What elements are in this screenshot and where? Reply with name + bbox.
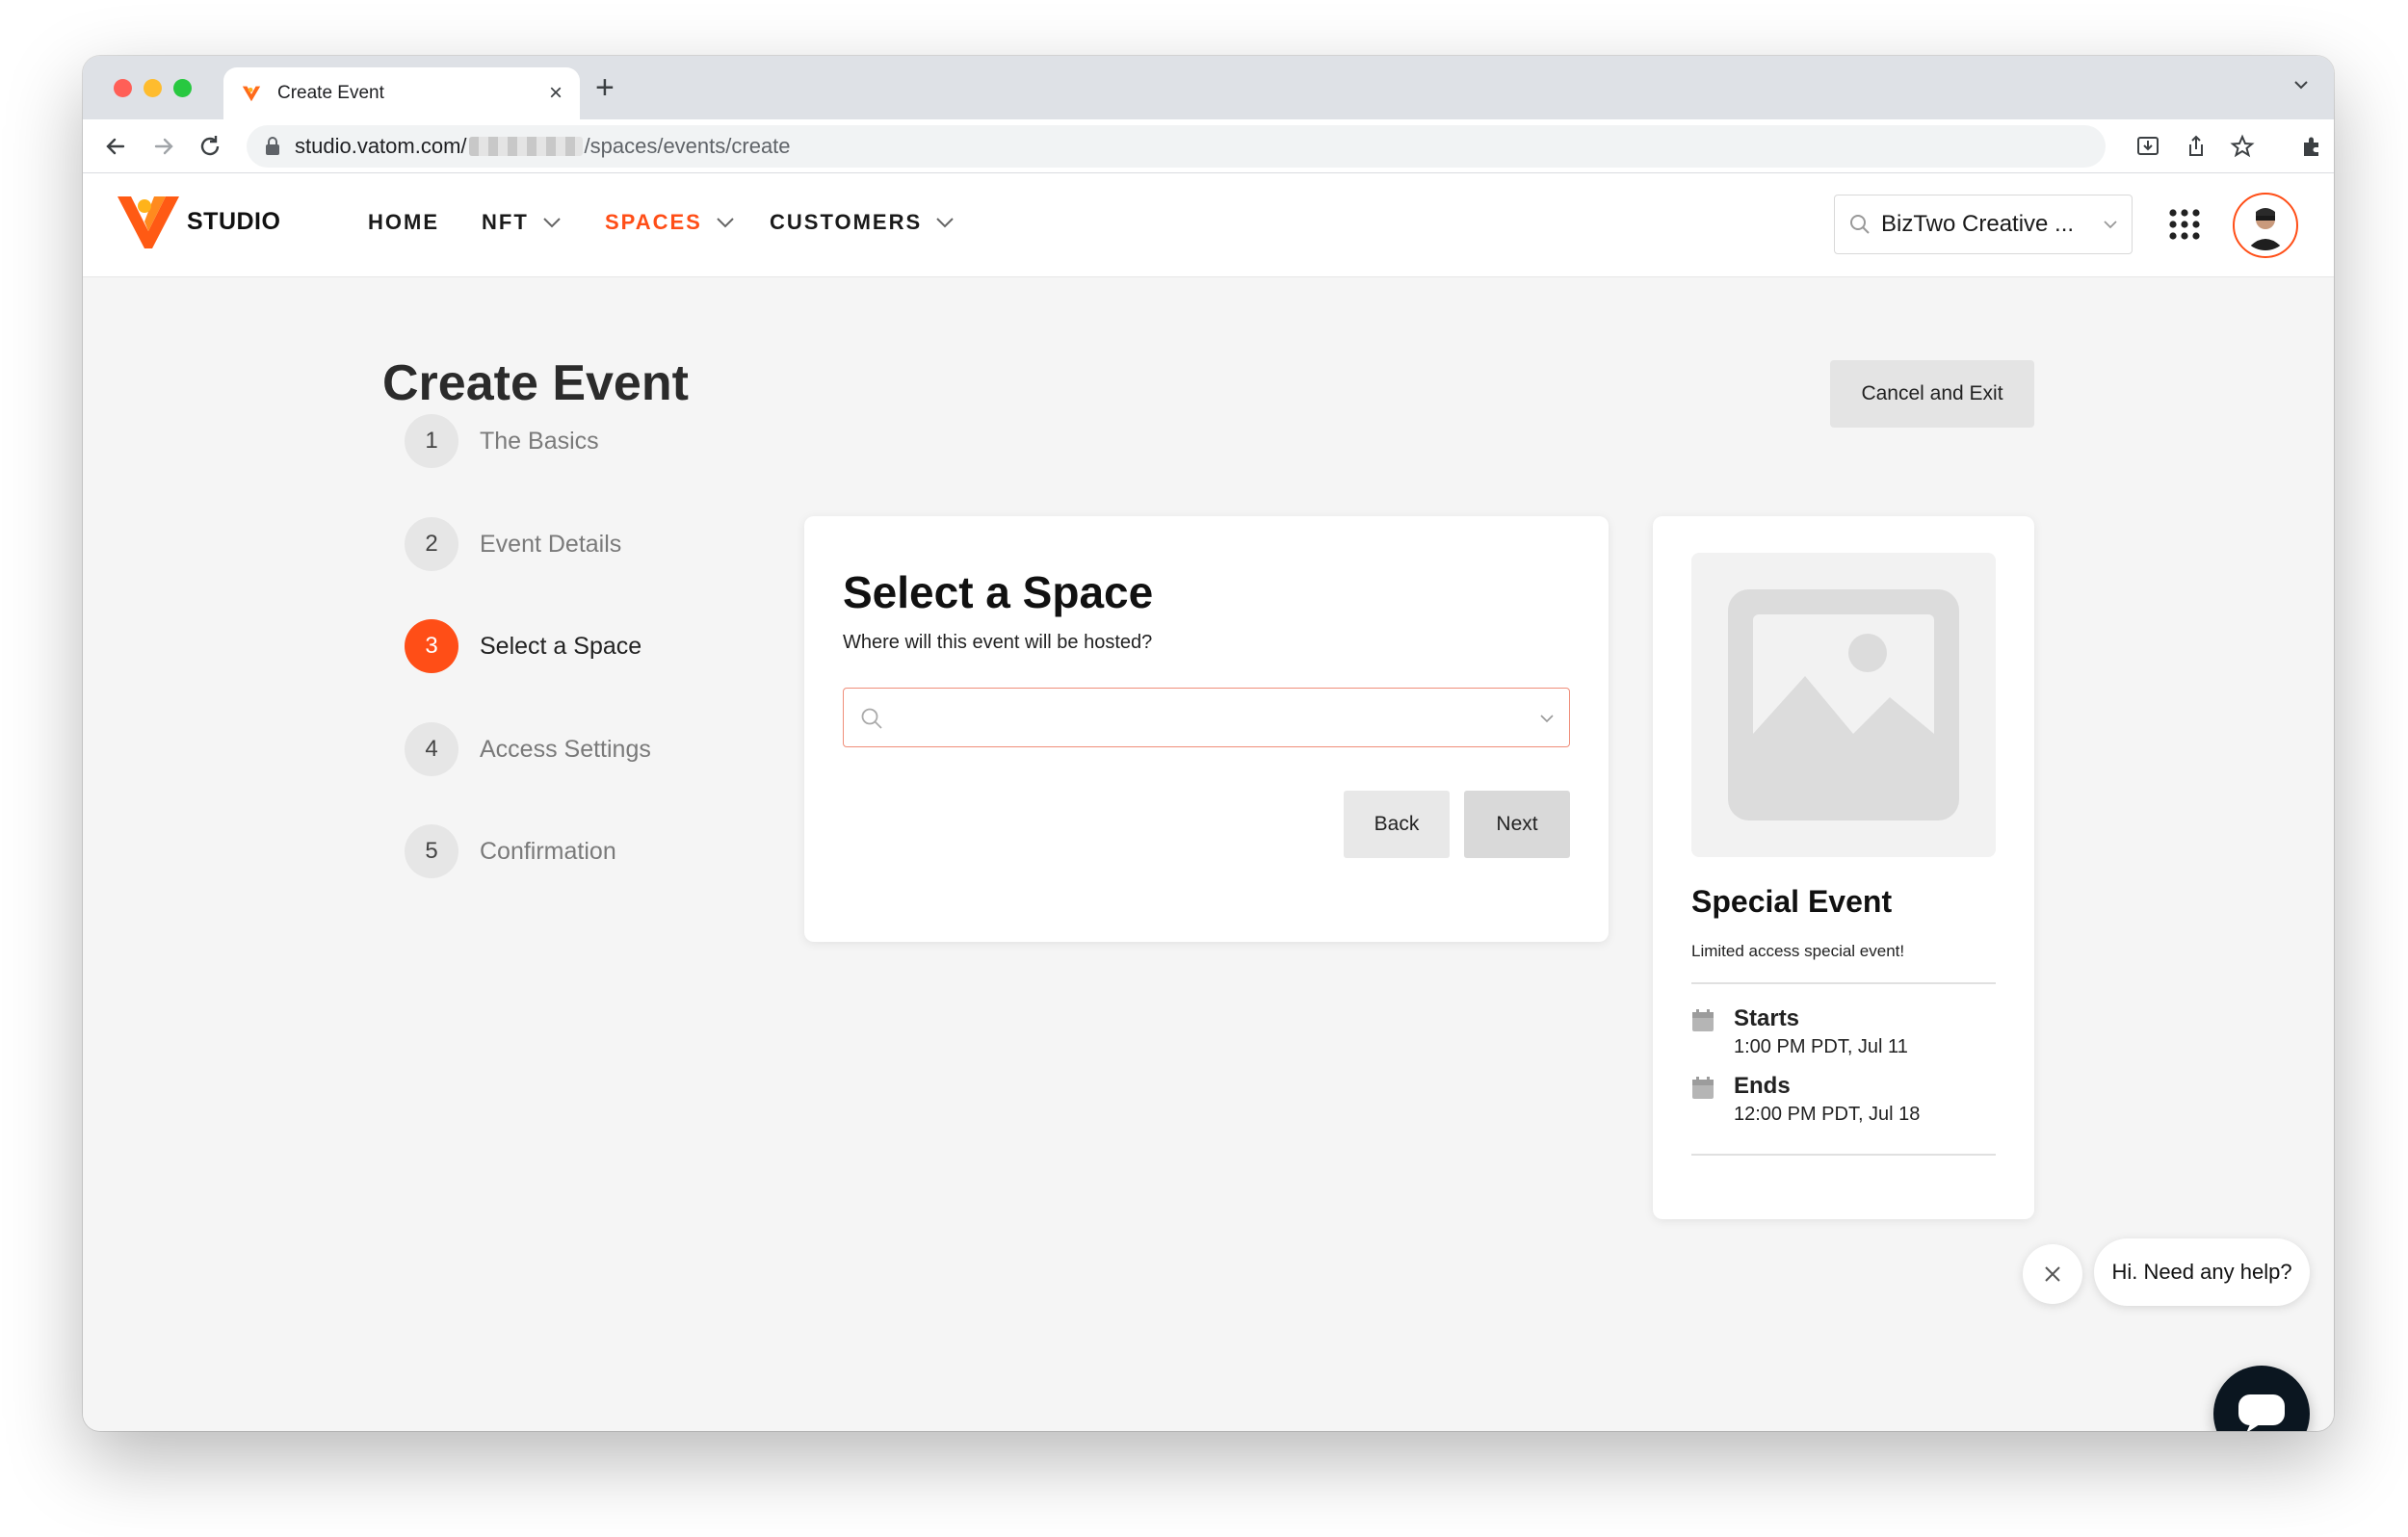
page-title: Create Event xyxy=(382,355,689,411)
bookmark-star-icon[interactable] xyxy=(2229,133,2256,160)
extensions-puzzle-icon[interactable] xyxy=(2298,133,2325,160)
calendar-icon xyxy=(1692,1009,1714,1031)
step-number: 4 xyxy=(405,722,458,776)
close-icon xyxy=(2045,1266,2060,1282)
step-the-basics[interactable]: 1 The Basics xyxy=(405,414,599,468)
nav-customers-label: CUSTOMERS xyxy=(770,210,923,234)
step-confirmation[interactable]: 5 Confirmation xyxy=(405,824,616,878)
image-placeholder xyxy=(1691,553,1996,857)
close-window-button[interactable] xyxy=(114,79,132,97)
step-select-a-space[interactable]: 3 Select a Space xyxy=(405,619,641,673)
chevron-down-icon xyxy=(2104,221,2117,229)
tab-search-chevron-icon[interactable] xyxy=(2291,75,2311,94)
help-message-bubble[interactable]: Hi. Need any help? xyxy=(2094,1238,2310,1306)
event-end: Ends 12:00 PM PDT, Jul 18 xyxy=(1691,1073,1920,1126)
chevron-down-icon xyxy=(543,218,561,228)
browser-window: Create Event × + studio.vatom.com/ /spac… xyxy=(83,56,2334,1431)
divider xyxy=(1691,1154,1996,1156)
organization-name: BizTwo Creative ... xyxy=(1881,211,2075,237)
step-label: Event Details xyxy=(480,530,622,558)
nav-customers[interactable]: CUSTOMERS xyxy=(770,210,955,235)
url-redacted-segment xyxy=(468,137,583,156)
share-icon[interactable] xyxy=(2183,133,2210,160)
main-content: Create Event Cancel and Exit 1 The Basic… xyxy=(83,277,2334,1431)
reload-icon[interactable] xyxy=(196,133,223,160)
dismiss-help-button[interactable] xyxy=(2023,1244,2082,1304)
browser-tab-active[interactable]: Create Event × xyxy=(223,67,580,119)
tab-strip: Create Event × + xyxy=(83,56,2334,119)
tab-title: Create Event xyxy=(277,83,384,103)
browser-toolbar: studio.vatom.com/ /spaces/events/create xyxy=(83,119,2334,173)
ends-label: Ends xyxy=(1734,1073,1791,1099)
space-select-dropdown[interactable] xyxy=(843,688,1570,747)
event-title: Special Event xyxy=(1691,884,1893,919)
user-avatar[interactable] xyxy=(2233,193,2298,258)
avatar-image xyxy=(2240,200,2290,250)
tab-close-icon[interactable]: × xyxy=(549,80,563,107)
minimize-window-button[interactable] xyxy=(144,79,162,97)
url-host: studio.vatom.com/ xyxy=(295,134,467,158)
apps-grid-icon[interactable] xyxy=(2168,208,2201,241)
maximize-window-button[interactable] xyxy=(173,79,192,97)
lock-icon xyxy=(266,137,279,155)
chevron-down-icon xyxy=(936,218,954,228)
step-label: Confirmation xyxy=(480,837,616,865)
event-preview-card: Special Event Limited access special eve… xyxy=(1653,516,2034,1219)
chat-launcher-button[interactable] xyxy=(2213,1366,2310,1431)
cancel-and-exit-button[interactable]: Cancel and Exit xyxy=(1830,360,2034,428)
chevron-down-icon xyxy=(1540,715,1554,723)
url-path: /spaces/events/create xyxy=(584,134,791,158)
nav-nft-label: NFT xyxy=(482,210,529,234)
step-label: Select a Space xyxy=(480,632,642,660)
divider xyxy=(1691,982,1996,984)
back-arrow-icon[interactable] xyxy=(102,133,129,160)
forward-arrow-icon[interactable] xyxy=(150,133,177,160)
select-space-card: Select a Space Where will this event wil… xyxy=(804,516,1609,942)
nav-spaces-label: SPACES xyxy=(605,210,702,234)
starts-label: Starts xyxy=(1734,1005,1800,1031)
next-button[interactable]: Next xyxy=(1464,791,1570,858)
back-button[interactable]: Back xyxy=(1344,791,1450,858)
step-event-details[interactable]: 2 Event Details xyxy=(405,517,621,571)
install-app-icon[interactable] xyxy=(2134,133,2161,160)
vatom-favicon-icon xyxy=(242,86,261,102)
organization-selector[interactable]: BizTwo Creative ... xyxy=(1834,195,2133,254)
nav-spaces[interactable]: SPACES xyxy=(605,210,735,235)
event-start: Starts 1:00 PM PDT, Jul 11 xyxy=(1691,1005,1908,1058)
step-label: The Basics xyxy=(480,427,599,455)
event-description: Limited access special event! xyxy=(1691,942,1905,960)
chevron-down-icon xyxy=(717,218,734,228)
nav-nft[interactable]: NFT xyxy=(482,210,562,235)
nav-home[interactable]: HOME xyxy=(368,210,439,235)
new-tab-button[interactable]: + xyxy=(595,69,615,107)
search-icon xyxy=(861,708,882,729)
step-access-settings[interactable]: 4 Access Settings xyxy=(405,722,651,776)
form-subtitle: Where will this event will be hosted? xyxy=(843,632,1153,653)
step-number: 3 xyxy=(405,619,458,673)
ends-value: 12:00 PM PDT, Jul 18 xyxy=(1734,1104,1921,1125)
calendar-icon xyxy=(1692,1077,1714,1099)
step-number: 5 xyxy=(405,824,458,878)
image-placeholder-icon xyxy=(1728,589,1959,821)
app-header: STUDIO HOME NFT SPACES CUSTOMERS BizTwo … xyxy=(83,173,2334,277)
nav-home-label: HOME xyxy=(368,210,439,234)
form-title: Select a Space xyxy=(843,567,1154,617)
step-number: 2 xyxy=(405,517,458,571)
vatom-logo-icon[interactable] xyxy=(116,193,181,252)
step-label: Access Settings xyxy=(480,735,651,763)
logo-text: STUDIO xyxy=(187,208,281,235)
address-bar[interactable]: studio.vatom.com/ /spaces/events/create xyxy=(247,125,2106,168)
step-number: 1 xyxy=(405,414,458,468)
starts-value: 1:00 PM PDT, Jul 11 xyxy=(1734,1036,1908,1057)
chat-bubble-icon xyxy=(2238,1394,2285,1431)
search-icon xyxy=(1850,215,1870,234)
